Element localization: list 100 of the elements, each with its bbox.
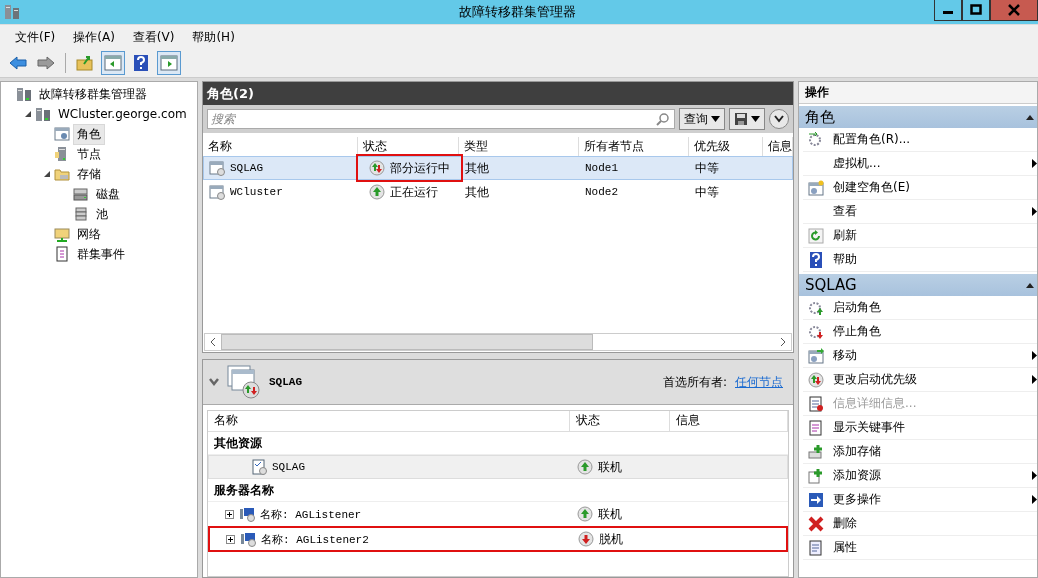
status-icon [808,371,824,388]
group-header: 服务器名称 [208,479,788,502]
action-item[interactable]: 刷新 [833,227,857,244]
expand-triangle-icon[interactable] [24,110,32,118]
resource-row[interactable]: 名称: AGListener 联机 [208,502,788,526]
table-cell: SQLAG [230,162,263,174]
query-button[interactable]: 查询 [679,108,725,130]
maximize-button[interactable] [962,0,990,21]
gear-icon [808,131,824,148]
table-cell: SQLAG [272,461,305,473]
status-icon [577,459,593,475]
table-cell: WCluster [230,186,283,198]
network-icon [239,506,255,522]
column-header[interactable]: 名称 [208,411,570,432]
document-icon [808,419,824,436]
action-item[interactable]: 更改启动优先级 [833,371,917,388]
action-item[interactable]: 虚拟机... [833,155,881,172]
show-pane-button[interactable] [101,51,125,75]
action-item[interactable]: 查看 [833,203,857,220]
tree-item[interactable]: WCluster.george.com [54,105,191,123]
search-icon [656,112,670,126]
refresh-icon [808,227,824,244]
menu-item[interactable]: 操作(A) [64,28,124,46]
network-icon [240,531,256,547]
tree-item[interactable]: 存储 [73,163,105,185]
table-cell: 正在运行 [390,183,438,201]
expand-triangle-icon[interactable] [43,170,51,178]
scroll-thumb[interactable] [221,334,593,350]
action-item[interactable]: 停止角色 [833,323,881,340]
disk-icon [73,206,89,222]
table-cell-text: Node1 [584,161,619,176]
action-item[interactable]: 更多操作 [833,491,881,508]
column-header[interactable]: 信息 [670,411,788,432]
menu-item[interactable]: 文件(F) [6,28,65,46]
owner-link[interactable]: 任何节点 [735,373,783,391]
server-icon [16,86,32,102]
maximize-icon [969,4,983,16]
column-header[interactable]: 状态 [570,411,670,432]
plus-icon [808,467,824,484]
server-icon [35,106,51,122]
section-header[interactable]: 角色 [799,106,1037,128]
tree-item[interactable]: 故障转移群集管理器 [35,83,151,105]
gear-icon [808,323,824,340]
menu-item[interactable]: 查看(V) [123,28,184,46]
tree-item[interactable]: 节点 [73,143,105,165]
minimize-button[interactable] [934,0,962,21]
action-item[interactable]: 显示关键事件 [833,419,905,436]
action-pane-button[interactable] [157,51,181,75]
section-header[interactable]: SQLAG [799,274,1037,296]
tree-item[interactable]: 群集事件 [73,243,129,265]
role-row[interactable]: WCluster 正在运行 其他 Node2 中等 [203,180,793,204]
expand-icon[interactable] [226,534,235,544]
action-item[interactable]: 配置角色(R)... [833,131,911,148]
search-field[interactable]: 搜索 [207,109,675,129]
action-item[interactable]: 添加资源 [833,467,881,484]
action-item[interactable]: 属性 [833,539,857,556]
save-query-button[interactable] [729,108,765,130]
close-button[interactable] [990,0,1038,21]
resource-row[interactable]: SQLAG 联机 [208,455,788,479]
action-item[interactable]: 启动角色 [833,299,881,316]
status-icon [578,531,594,547]
tree-item[interactable]: 池 [92,203,112,225]
close-icon [1007,4,1021,16]
role-row[interactable]: SQLAG 部分运行中 其他 Node1 中等 [203,156,793,180]
help-icon [808,251,824,268]
table-cell-text: 中等 [694,159,720,177]
table-cell: 联机 [598,505,622,523]
preferred-owner-label: 首选所有者: [662,373,727,391]
action-item[interactable]: 创建空角色(E) [833,179,910,196]
table-cell: 脱机 [599,530,623,548]
window-icon [209,184,225,200]
tree-item[interactable]: 网络 [73,223,105,245]
collapse-triangle-icon[interactable] [1026,114,1034,120]
status-icon [369,160,385,176]
expand-button[interactable] [769,109,789,129]
save-icon [734,112,748,126]
action-item[interactable]: 添加存储 [833,443,881,460]
horizontal-scrollbar[interactable] [204,333,792,351]
document-icon [54,246,70,262]
table-cell-text: 中等 [694,183,720,201]
expand-icon[interactable] [225,509,234,519]
menu-item[interactable]: 帮助(H) [183,28,244,46]
window-icon [808,347,824,364]
gear-icon [808,299,824,316]
tree-item[interactable]: 磁盘 [92,183,124,205]
collapse-triangle-icon[interactable] [1026,282,1034,288]
table-cell-text: 名称: AGListener2 [261,532,369,547]
tree-item[interactable]: 角色 [73,123,105,145]
network-icon [54,226,70,242]
resource-row[interactable]: 名称: AGListener2 脱机 [208,526,788,552]
folder-icon [54,166,70,182]
action-item[interactable]: 移动 [833,347,857,364]
collapse-chevron-icon[interactable] [209,378,219,386]
table-cell-text: Node2 [584,185,619,200]
window-icon [54,126,70,142]
action-item[interactable]: 帮助 [833,251,857,268]
table-cell: 部分运行中 [390,159,450,177]
action-item[interactable]: 删除 [833,515,857,532]
role-title: SQLAG [269,376,302,388]
document-icon [808,395,824,412]
